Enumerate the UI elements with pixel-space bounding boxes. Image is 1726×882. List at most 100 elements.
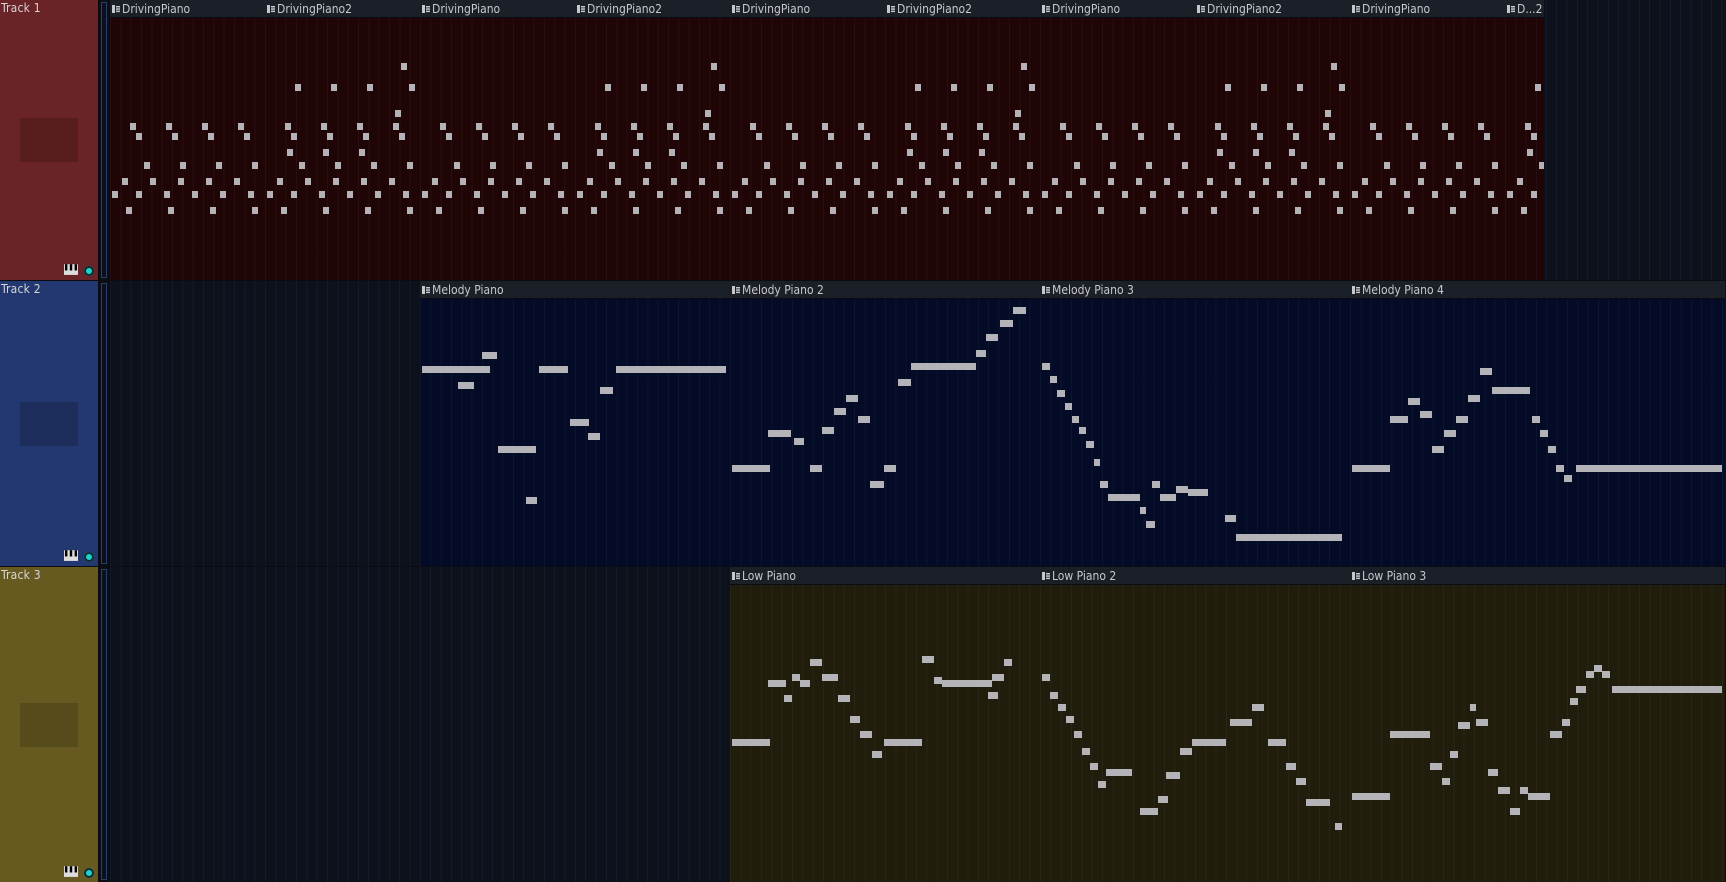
midi-note[interactable] — [552, 366, 561, 373]
midi-note[interactable] — [291, 133, 297, 140]
midi-note[interactable] — [208, 133, 214, 140]
midi-note[interactable] — [1268, 739, 1286, 746]
midi-clip[interactable]: Melody Piano 4 — [1350, 281, 1725, 566]
midi-note[interactable] — [732, 465, 770, 472]
midi-note[interactable] — [375, 191, 381, 198]
midi-note[interactable] — [985, 207, 991, 214]
midi-clip[interactable]: DrivingPiano — [1350, 0, 1505, 280]
midi-note[interactable] — [252, 207, 258, 214]
midi-note[interactable] — [1146, 162, 1152, 169]
midi-note[interactable] — [323, 207, 329, 214]
midi-note[interactable] — [1138, 133, 1144, 140]
midi-note[interactable] — [1253, 207, 1259, 214]
midi-note[interactable] — [365, 207, 371, 214]
midi-note[interactable] — [1132, 123, 1138, 130]
midi-note[interactable] — [840, 191, 846, 198]
midi-note[interactable] — [287, 149, 293, 156]
midi-note[interactable] — [1319, 178, 1325, 185]
midi-note[interactable] — [641, 84, 647, 91]
midi-note[interactable] — [934, 677, 942, 684]
midi-note[interactable] — [1098, 781, 1106, 788]
midi-note[interactable] — [1197, 191, 1203, 198]
midi-note[interactable] — [633, 149, 639, 156]
midi-note[interactable] — [850, 716, 860, 723]
midi-note[interactable] — [554, 133, 560, 140]
midi-note[interactable] — [440, 123, 446, 130]
midi-note[interactable] — [1029, 84, 1035, 91]
midi-clip[interactable]: DrivingPiano2 — [885, 0, 1040, 280]
track-resize-strip[interactable] — [100, 0, 109, 280]
midi-note[interactable] — [675, 207, 681, 214]
midi-note[interactable] — [1221, 133, 1227, 140]
midi-note[interactable] — [864, 133, 870, 140]
midi-note[interactable] — [986, 334, 998, 341]
midi-note[interactable] — [1540, 430, 1548, 437]
midi-note[interactable] — [1418, 178, 1424, 185]
midi-note[interactable] — [1230, 719, 1252, 726]
midi-note[interactable] — [1158, 796, 1168, 803]
midi-note[interactable] — [1362, 178, 1368, 185]
midi-note[interactable] — [1136, 178, 1142, 185]
midi-note[interactable] — [905, 123, 911, 130]
midi-note[interactable] — [202, 123, 208, 130]
midi-note[interactable] — [992, 674, 1004, 681]
midi-note[interactable] — [907, 149, 913, 156]
midi-note[interactable] — [898, 379, 911, 386]
midi-note[interactable] — [846, 395, 858, 402]
midi-note[interactable] — [1225, 84, 1231, 91]
clip-title-bar[interactable]: Low Piano 3 — [1350, 567, 1725, 585]
midi-clip[interactable]: Melody Piano 2 — [730, 281, 1040, 566]
midi-note[interactable] — [785, 430, 791, 437]
midi-note[interactable] — [922, 656, 934, 663]
midi-note[interactable] — [1079, 427, 1086, 434]
track-status-dot[interactable] — [84, 868, 94, 878]
midi-note[interactable] — [401, 63, 407, 70]
midi-note[interactable] — [1370, 123, 1376, 130]
midi-note[interactable] — [615, 178, 621, 185]
midi-note[interactable] — [643, 178, 649, 185]
midi-note[interactable] — [703, 123, 709, 130]
track-lane[interactable]: Low Piano Low Piano 2 Low Piano 3 — [110, 567, 1726, 882]
midi-clip[interactable]: Low Piano — [730, 567, 1040, 882]
midi-note[interactable] — [633, 207, 639, 214]
clip-title-bar[interactable]: DrivingPiano2 — [575, 0, 730, 18]
midi-note[interactable] — [436, 207, 442, 214]
track-lane[interactable]: DrivingPiano DrivingPiano2 DrivingPiano Dri… — [110, 0, 1726, 280]
track-status-dot[interactable] — [84, 552, 94, 562]
midi-note[interactable] — [677, 84, 683, 91]
clip-title-bar[interactable]: Melody Piano 4 — [1350, 281, 1725, 299]
midi-note[interactable] — [919, 162, 925, 169]
midi-note[interactable] — [1333, 191, 1339, 198]
clip-menu-icon[interactable] — [267, 5, 275, 13]
midi-note[interactable] — [591, 207, 597, 214]
midi-note[interactable] — [713, 191, 719, 198]
midi-note[interactable] — [991, 162, 997, 169]
midi-note[interactable] — [562, 207, 568, 214]
midi-note[interactable] — [1168, 123, 1174, 130]
midi-note[interactable] — [335, 162, 341, 169]
midi-note[interactable] — [1339, 84, 1345, 91]
midi-note[interactable] — [897, 178, 903, 185]
midi-note[interactable] — [220, 191, 226, 198]
midi-note[interactable] — [955, 162, 961, 169]
midi-clip[interactable]: DrivingPiano2 — [575, 0, 730, 280]
midi-note[interactable] — [395, 110, 401, 117]
midi-note[interactable] — [1352, 793, 1390, 800]
midi-note[interactable] — [981, 178, 987, 185]
midi-note[interactable] — [1100, 481, 1108, 488]
midi-note[interactable] — [1065, 403, 1072, 410]
midi-note[interactable] — [685, 191, 691, 198]
midi-note[interactable] — [711, 63, 717, 70]
clip-title-bar[interactable]: Melody Piano 3 — [1040, 281, 1350, 299]
midi-note[interactable] — [1420, 411, 1432, 418]
midi-clip[interactable]: Low Piano 3 — [1350, 567, 1725, 882]
midi-clip[interactable]: Low Piano 2 — [1040, 567, 1350, 882]
midi-note[interactable] — [756, 191, 762, 198]
midi-note[interactable] — [1556, 465, 1564, 472]
midi-note[interactable] — [792, 133, 798, 140]
midi-note[interactable] — [1082, 748, 1090, 755]
midi-note[interactable] — [976, 350, 986, 357]
midi-note[interactable] — [1478, 123, 1484, 130]
midi-note[interactable] — [144, 162, 150, 169]
midi-note[interactable] — [1586, 671, 1594, 678]
